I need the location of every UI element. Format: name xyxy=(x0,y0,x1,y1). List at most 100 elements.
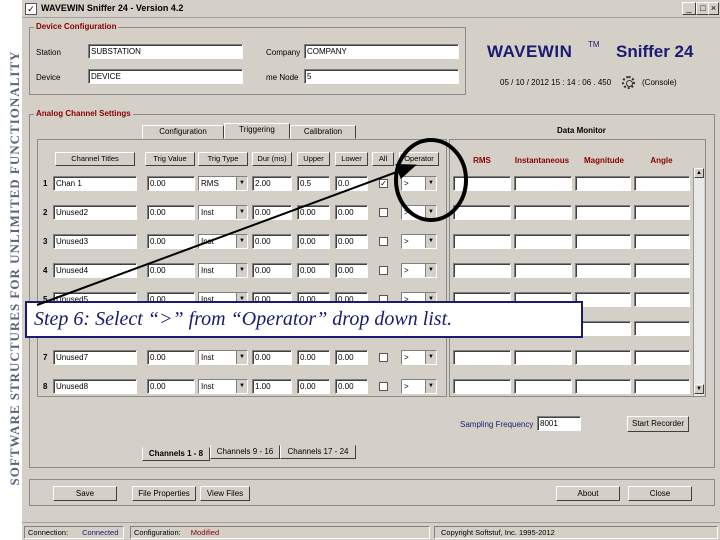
all-checkbox[interactable] xyxy=(379,237,388,246)
save-button[interactable]: Save xyxy=(53,486,117,501)
trig-value-field[interactable]: 0.00 xyxy=(147,234,195,249)
trig-type-dropdown[interactable]: Inst ▼ xyxy=(198,350,248,365)
station-field[interactable]: SUBSTATION xyxy=(88,44,243,59)
tab-channels-17-24[interactable]: Channels 17 - 24 xyxy=(280,445,356,459)
tab-channels-9-16[interactable]: Channels 9 - 16 xyxy=(210,445,280,459)
about-button[interactable]: About xyxy=(556,486,620,501)
chevron-down-icon[interactable]: ▼ xyxy=(425,380,436,393)
close-icon[interactable]: × xyxy=(708,2,719,15)
tab-configuration[interactable]: Configuration xyxy=(142,125,224,139)
analog-settings-label: Analog Channel Settings xyxy=(34,109,133,118)
lower-field[interactable]: 0.00 xyxy=(335,379,368,394)
gear-icon[interactable] xyxy=(622,76,635,89)
duration-field[interactable]: 0.00 xyxy=(252,205,292,220)
trig-type-dropdown[interactable]: RMS ▼ xyxy=(198,176,248,191)
all-checkbox[interactable] xyxy=(379,353,388,362)
upper-field[interactable]: 0.00 xyxy=(297,379,330,394)
duration-field[interactable]: 2.00 xyxy=(252,176,292,191)
duration-field[interactable]: 0.00 xyxy=(252,263,292,278)
operator-dropdown[interactable]: >▼ xyxy=(401,234,437,249)
lower-field[interactable]: 0.00 xyxy=(335,205,368,220)
chevron-down-icon[interactable]: ▼ xyxy=(425,206,436,219)
upper-field[interactable]: 0.00 xyxy=(297,263,330,278)
all-checkbox[interactable] xyxy=(379,266,388,275)
tab-calibration[interactable]: Calibration xyxy=(290,125,356,139)
lower-field[interactable]: 0.00 xyxy=(335,263,368,278)
upper-field[interactable]: 0.00 xyxy=(297,234,330,249)
chevron-down-icon[interactable]: ▼ xyxy=(236,351,247,364)
header-all[interactable]: All xyxy=(372,152,394,166)
duration-field[interactable]: 0.00 xyxy=(252,234,292,249)
lower-field[interactable]: 0.0 xyxy=(335,176,368,191)
trig-value-field[interactable]: 0.00 xyxy=(147,263,195,278)
scroll-down-icon[interactable]: ▼ xyxy=(694,384,704,394)
chevron-down-icon[interactable]: ▼ xyxy=(425,351,436,364)
upper-field[interactable]: 0.00 xyxy=(297,350,330,365)
upper-field[interactable]: 0.5 xyxy=(297,176,330,191)
header-upper[interactable]: Upper xyxy=(297,152,330,166)
device-field[interactable]: DEVICE xyxy=(88,69,243,84)
all-checkbox[interactable]: ✓ xyxy=(379,179,388,188)
header-operator[interactable]: Operator xyxy=(399,152,439,166)
duration-field[interactable]: 0.00 xyxy=(252,350,292,365)
header-duration[interactable]: Dur (ms) xyxy=(252,152,292,166)
node-label: me Node xyxy=(266,73,299,82)
operator-dropdown[interactable]: >▼ xyxy=(401,263,437,278)
operator-dropdown[interactable]: >▼ xyxy=(401,379,437,394)
header-lower[interactable]: Lower xyxy=(335,152,368,166)
upper-field[interactable]: 0.00 xyxy=(297,205,330,220)
chevron-down-icon[interactable]: ▼ xyxy=(236,206,247,219)
channel-title-field[interactable]: Unused8 xyxy=(53,379,137,394)
trig-value-field[interactable]: 0.00 xyxy=(147,176,195,191)
magnitude-readout xyxy=(575,350,631,365)
data-monitor-scrollbar[interactable]: ▲ ▼ xyxy=(693,168,704,396)
view-files-button[interactable]: View Files xyxy=(200,486,250,501)
duration-field[interactable]: 1.00 xyxy=(252,379,292,394)
close-button[interactable]: Close xyxy=(628,486,692,501)
trig-type-dropdown[interactable]: Inst ▼ xyxy=(198,379,248,394)
trig-value-field[interactable]: 0.00 xyxy=(147,350,195,365)
chevron-down-icon[interactable]: ▼ xyxy=(236,177,247,190)
trig-type-dropdown[interactable]: Inst ▼ xyxy=(198,205,248,220)
tab-channels-1-8[interactable]: Channels 1 - 8 xyxy=(142,447,210,461)
operator-dropdown[interactable]: >▼ xyxy=(401,176,437,191)
header-trig-type[interactable]: Trig Type xyxy=(198,152,248,166)
tab-triggering[interactable]: Triggering xyxy=(224,123,290,139)
sampling-frequency-field[interactable]: 8001 xyxy=(537,416,581,431)
chevron-down-icon[interactable]: ▼ xyxy=(236,235,247,248)
file-properties-button[interactable]: File Properties xyxy=(132,486,196,501)
trig-type-dropdown[interactable]: Inst ▼ xyxy=(198,263,248,278)
all-checkbox[interactable] xyxy=(379,382,388,391)
channel-title-field[interactable]: Chan 1 xyxy=(53,176,137,191)
row-number: 7 xyxy=(43,353,48,362)
company-field[interactable]: COMPANY xyxy=(304,44,459,59)
chevron-down-icon[interactable]: ▼ xyxy=(425,264,436,277)
trig-value-field[interactable]: 0.00 xyxy=(147,379,195,394)
operator-dropdown[interactable]: >▼ xyxy=(401,350,437,365)
row-number: 1 xyxy=(43,179,48,188)
chevron-down-icon[interactable]: ▼ xyxy=(425,235,436,248)
angle-readout xyxy=(634,205,690,220)
trig-type-dropdown[interactable]: Inst ▼ xyxy=(198,234,248,249)
callout-step: Step 6: xyxy=(34,308,91,330)
start-recorder-button[interactable]: Start Recorder xyxy=(627,416,689,432)
channel-title-field[interactable]: Unused4 xyxy=(53,263,137,278)
header-channel-titles[interactable]: Channel Titles xyxy=(55,152,135,166)
header-trig-value[interactable]: Trig Value xyxy=(145,152,195,166)
chevron-down-icon[interactable]: ▼ xyxy=(425,177,436,190)
channel-title-field[interactable]: Unused2 xyxy=(53,205,137,220)
trig-value-field[interactable]: 0.00 xyxy=(147,205,195,220)
all-checkbox[interactable] xyxy=(379,208,388,217)
rms-readout xyxy=(453,176,511,191)
chevron-down-icon[interactable]: ▼ xyxy=(236,380,247,393)
channel-title-field[interactable]: Unused3 xyxy=(53,234,137,249)
scroll-up-icon[interactable]: ▲ xyxy=(694,168,704,178)
chevron-down-icon[interactable]: ▼ xyxy=(236,264,247,277)
trig-type-value: Inst xyxy=(201,237,214,246)
node-field[interactable]: 5 xyxy=(304,69,459,84)
lower-field[interactable]: 0.00 xyxy=(335,350,368,365)
lower-field[interactable]: 0.00 xyxy=(335,234,368,249)
minimize-icon[interactable]: _ xyxy=(682,2,696,15)
operator-dropdown[interactable]: >▼ xyxy=(401,205,437,220)
channel-title-field[interactable]: Unused7 xyxy=(53,350,137,365)
